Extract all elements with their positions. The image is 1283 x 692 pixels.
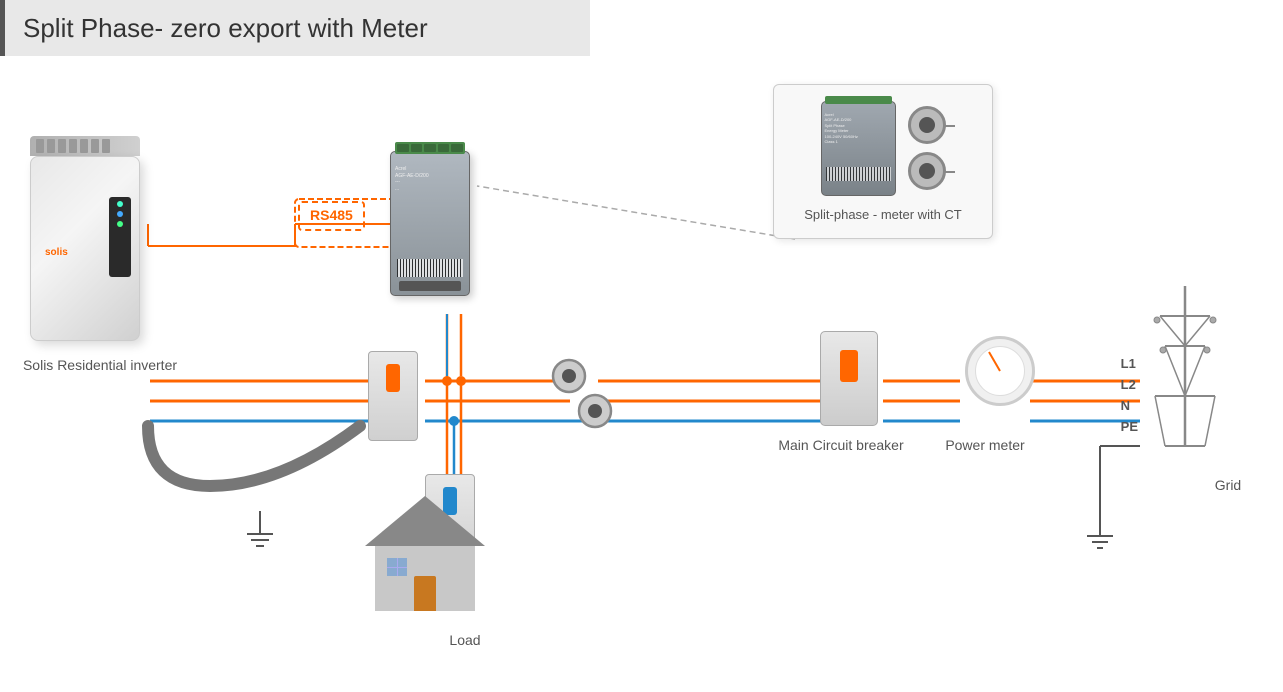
inverter-fin xyxy=(36,139,44,153)
load-label: Load xyxy=(425,631,505,649)
meter-device-illustration: AcrelAGF-AE-D/200Split PhaseEnergy Meter… xyxy=(821,101,896,196)
terminal xyxy=(451,144,463,152)
house-load xyxy=(365,496,485,606)
ct-sensor-illustration-2 xyxy=(908,152,946,190)
house-window xyxy=(387,558,407,576)
phase-l2-label: L2 xyxy=(1121,377,1138,392)
rs485-label: RS485 xyxy=(310,207,353,223)
house-body xyxy=(375,546,475,611)
meter-image-box: AcrelAGF-AE-D/200Split PhaseEnergy Meter… xyxy=(773,84,993,239)
title-bar: Split Phase- zero export with Meter xyxy=(0,0,590,56)
phase-l1-label: L1 xyxy=(1121,356,1138,371)
meter-device-label: AcrelAGF-AE-D/200---... xyxy=(395,166,429,192)
meter-inner xyxy=(975,346,1025,396)
house-door xyxy=(414,576,436,611)
din-meter-device: AcrelAGF-AE-D/200---... xyxy=(390,151,480,311)
inverter: solis xyxy=(30,136,150,336)
meter-image-inner: AcrelAGF-AE-D/200Split PhaseEnergy Meter… xyxy=(782,93,984,203)
terminal xyxy=(411,144,423,152)
window-pane xyxy=(387,568,397,577)
main-circuit-breaker xyxy=(820,331,878,426)
grid-label: Grid xyxy=(1188,476,1268,494)
rs485-box: RS485 xyxy=(298,201,365,231)
meter-illustration-label: AcrelAGF-AE-D/200Split PhaseEnergy Meter… xyxy=(825,112,858,146)
status-dot xyxy=(117,221,123,227)
power-meter-gauge xyxy=(965,336,1035,406)
inverter-fin xyxy=(69,139,77,153)
ct-wire xyxy=(943,171,955,173)
terminal xyxy=(438,144,450,152)
power-meter-label: Power meter xyxy=(940,436,1030,454)
page-title: Split Phase- zero export with Meter xyxy=(23,13,428,44)
main-circuit-breaker-label: Main Circuit breaker xyxy=(776,436,906,454)
window-pane xyxy=(398,568,408,577)
diagram-area: solis Solis Residential inverter RS485 A… xyxy=(0,56,1283,692)
house-roof xyxy=(365,496,485,546)
meter-bottom-terminal xyxy=(399,281,461,291)
meter-terminals-top xyxy=(395,142,465,154)
inverter-label: Solis Residential inverter xyxy=(20,356,180,374)
phase-n-label: N xyxy=(1121,398,1138,413)
load-breaker xyxy=(368,351,418,441)
window-pane xyxy=(387,558,397,567)
meter-image-caption: Split-phase - meter with CT xyxy=(782,207,984,222)
terminal xyxy=(397,144,409,152)
ct-wire xyxy=(943,125,955,127)
status-dot xyxy=(117,211,123,217)
terminal xyxy=(424,144,436,152)
inverter-fin xyxy=(58,139,66,153)
ct-sensor-illustration-1 xyxy=(908,106,946,144)
inverter-fin xyxy=(91,139,99,153)
inverter-fin xyxy=(80,139,88,153)
phase-labels: L1 L2 N PE xyxy=(1121,356,1138,434)
inverter-fin xyxy=(47,139,55,153)
window-pane xyxy=(398,558,408,567)
status-dot xyxy=(117,201,123,207)
meter-top-green-terminals xyxy=(825,96,892,104)
inverter-brand-label: solis xyxy=(45,247,68,258)
inverter-screen xyxy=(109,197,131,277)
wiring-diagram-svg xyxy=(0,56,1283,692)
meter-illustration-barcode xyxy=(826,167,891,181)
phase-pe-label: PE xyxy=(1121,419,1138,434)
ct-illustrations xyxy=(908,106,946,190)
meter-barcode xyxy=(397,259,463,277)
inverter-fin xyxy=(102,139,110,153)
